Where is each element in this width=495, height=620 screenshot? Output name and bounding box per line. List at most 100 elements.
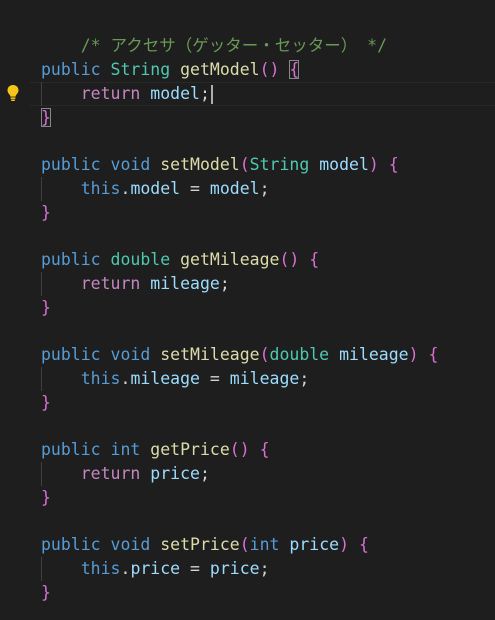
keyword-public: public xyxy=(41,155,101,174)
type-double: double xyxy=(269,345,330,364)
keyword-void: void xyxy=(110,345,151,364)
code-line-setprice-end[interactable]: } xyxy=(41,581,51,605)
code-editor[interactable]: /* アクセサ（ゲッター・セッター） */ public String getM… xyxy=(0,0,495,620)
code-line-getprice-body[interactable]: return price; xyxy=(41,462,210,486)
open-paren: ( xyxy=(239,155,250,174)
function-setprice: setPrice xyxy=(160,535,240,554)
keyword-this: this xyxy=(80,369,121,388)
open-brace: { xyxy=(259,440,270,459)
code-line-setprice-body[interactable]: this.price = price; xyxy=(41,557,270,581)
keyword-return: return xyxy=(80,274,141,293)
semicolon: ; xyxy=(199,84,210,103)
open-brace: { xyxy=(309,250,320,269)
code-line-getmileage-signature[interactable]: public double getMileage() { xyxy=(41,248,319,272)
open-brace: { xyxy=(358,535,369,554)
close-brace: } xyxy=(41,583,51,602)
type-string: String xyxy=(249,155,310,174)
field-price: price xyxy=(130,559,181,578)
close-brace: } xyxy=(41,488,51,507)
semicolon: ; xyxy=(299,369,310,388)
close-brace-matched: } xyxy=(41,108,51,127)
semicolon: ; xyxy=(219,274,230,293)
code-line-getmodel-body[interactable]: return model; xyxy=(41,82,213,106)
code-line-getmileage-body[interactable]: return mileage; xyxy=(41,272,230,296)
code-line-setmodel-body[interactable]: this.model = model; xyxy=(41,177,270,201)
code-line-getmodel-signature[interactable]: public String getModel() { xyxy=(41,58,300,82)
close-paren: ) xyxy=(368,155,379,174)
close-brace: } xyxy=(41,298,51,317)
equals: = xyxy=(199,369,230,388)
param-mileage: mileage xyxy=(339,345,409,364)
close-paren: ) xyxy=(339,535,350,554)
semicolon: ; xyxy=(259,179,270,198)
parens: () xyxy=(259,60,280,79)
open-brace: { xyxy=(388,155,399,174)
open-paren: ( xyxy=(259,345,270,364)
open-paren: ( xyxy=(239,535,250,554)
code-line-setmodel-signature[interactable]: public void setModel(String model) { xyxy=(41,153,399,177)
variable-mileage: mileage xyxy=(229,369,300,388)
equals: = xyxy=(180,559,210,578)
function-getmodel: getModel xyxy=(180,60,260,79)
code-line-setmileage-end[interactable]: } xyxy=(41,391,51,415)
param-model: model xyxy=(319,155,369,174)
keyword-public: public xyxy=(41,440,101,459)
keyword-void: void xyxy=(110,535,151,554)
code-line-getprice-end[interactable]: } xyxy=(41,486,51,510)
code-line-setprice-signature[interactable]: public void setPrice(int price) { xyxy=(41,533,369,557)
code-line-setmileage-body[interactable]: this.mileage = mileage; xyxy=(41,367,310,391)
keyword-return: return xyxy=(80,84,141,103)
code-line-comment[interactable]: /* アクセサ（ゲッター・セッター） */ xyxy=(41,10,387,55)
code-line-setmodel-end[interactable]: } xyxy=(41,201,51,225)
variable-price: price xyxy=(150,464,200,483)
comment-text: /* アクセサ（ゲッター・セッター） */ xyxy=(80,36,388,55)
code-line-setmileage-signature[interactable]: public void setMileage(double mileage) { xyxy=(41,343,438,367)
keyword-public: public xyxy=(41,535,101,554)
keyword-void: void xyxy=(110,155,151,174)
code-line-getmodel-end[interactable]: } xyxy=(41,106,51,130)
open-brace: { xyxy=(428,345,439,364)
dot: . xyxy=(120,179,131,198)
keyword-this: this xyxy=(80,559,121,578)
keyword-public: public xyxy=(41,60,101,79)
close-paren: ) xyxy=(408,345,419,364)
keyword-this: this xyxy=(80,179,121,198)
function-getprice: getPrice xyxy=(150,440,230,459)
dot: . xyxy=(120,559,131,578)
semicolon: ; xyxy=(199,464,210,483)
variable-price: price xyxy=(209,559,260,578)
keyword-return: return xyxy=(80,464,141,483)
lightbulb-icon[interactable] xyxy=(6,84,20,102)
param-price: price xyxy=(289,535,340,554)
field-mileage: mileage xyxy=(130,369,200,388)
keyword-public: public xyxy=(41,250,101,269)
code-line-getprice-signature[interactable]: public int getPrice() { xyxy=(41,438,270,462)
code-line-getmileage-end[interactable]: } xyxy=(41,296,51,320)
dot: . xyxy=(120,369,131,388)
semicolon: ; xyxy=(259,559,270,578)
field-model: model xyxy=(130,179,181,198)
type-string: String xyxy=(110,60,171,79)
open-brace-matched: { xyxy=(289,60,300,79)
parens: () xyxy=(229,440,250,459)
